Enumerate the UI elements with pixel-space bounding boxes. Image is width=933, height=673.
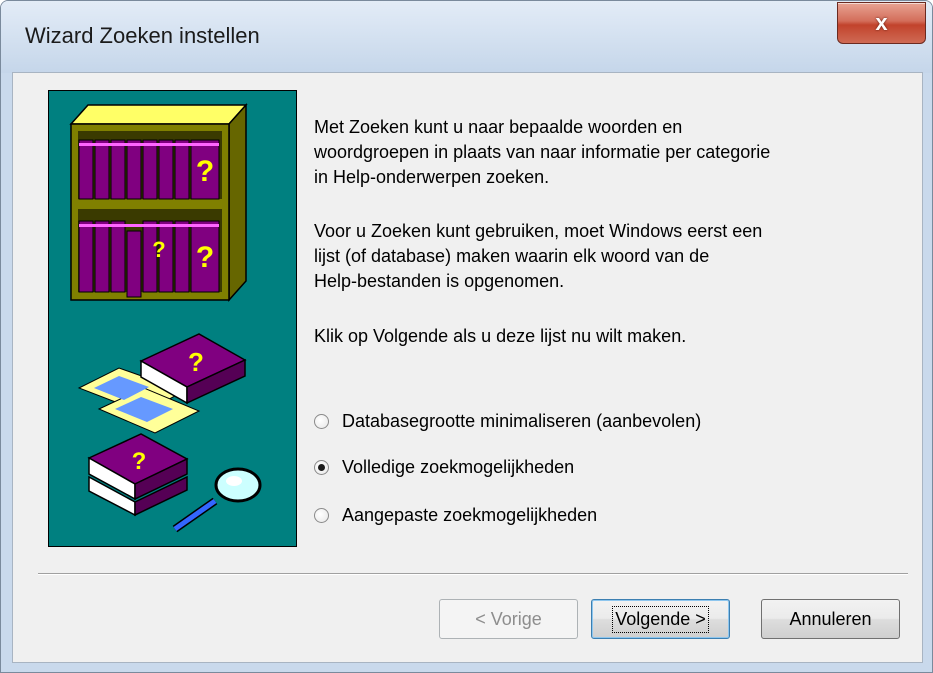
radio-custom-search[interactable]: Aangepaste zoekmogelijkheden <box>314 503 597 527</box>
radio-label: Aangepaste zoekmogelijkheden <box>342 504 598 525</box>
question-mark-2: ? <box>196 241 214 274</box>
wizard-window: Wizard Zoeken instellen x ? ? ? ? ? Met … <box>0 0 933 673</box>
intro-paragraph: Met Zoeken kunt u naar bepaalde woorden … <box>314 117 771 187</box>
title-bar[interactable]: Wizard Zoeken instellen x <box>1 1 932 73</box>
book-with-pages-icon: ? <box>77 333 247 434</box>
help-books-illustration: ? ? ? ? ? <box>69 103 262 533</box>
bookshelf-icon: ? ? ? <box>69 103 248 302</box>
radio-button-selected[interactable] <box>314 459 329 475</box>
radio-button[interactable] <box>314 507 329 523</box>
window-title: Wizard Zoeken instellen <box>25 23 260 48</box>
radio-label: Databasegrootte minimaliseren (aanbevole… <box>342 410 702 431</box>
cancel-button-label: Annuleren <box>789 608 872 629</box>
dialog-client-area: ? ? ? ? ? Met Zoeken kunt u naar bepaald… <box>12 72 923 663</box>
question-mark-3: ? <box>152 237 165 262</box>
radio-label: Volledige zoekmogelijkheden <box>342 456 575 477</box>
question-mark-5: ? <box>132 448 147 475</box>
close-icon: x <box>875 10 888 35</box>
question-mark-4: ? <box>188 347 204 377</box>
wizard-illustration: ? ? ? ? ? <box>48 90 297 547</box>
cancel-button[interactable]: Annuleren <box>761 599 900 639</box>
close-button[interactable]: x <box>837 2 926 44</box>
radio-button[interactable] <box>314 413 329 429</box>
back-button-label: < Vorige <box>475 608 542 629</box>
books-magnifier-icon: ? <box>87 433 262 533</box>
question-mark-1: ? <box>196 155 214 188</box>
database-paragraph: Voor u Zoeken kunt gebruiken, moet Windo… <box>314 221 763 291</box>
separator-line <box>38 573 908 575</box>
back-button[interactable]: < Vorige <box>439 599 578 639</box>
instruction-paragraph: Klik op Volgende als u deze lijst nu wil… <box>314 326 687 346</box>
radio-full-search[interactable]: Volledige zoekmogelijkheden <box>314 455 574 479</box>
next-button[interactable]: Volgende > <box>591 599 730 639</box>
radio-minimize-database[interactable]: Databasegrootte minimaliseren (aanbevole… <box>314 409 701 433</box>
next-button-label: Volgende > <box>612 605 709 633</box>
